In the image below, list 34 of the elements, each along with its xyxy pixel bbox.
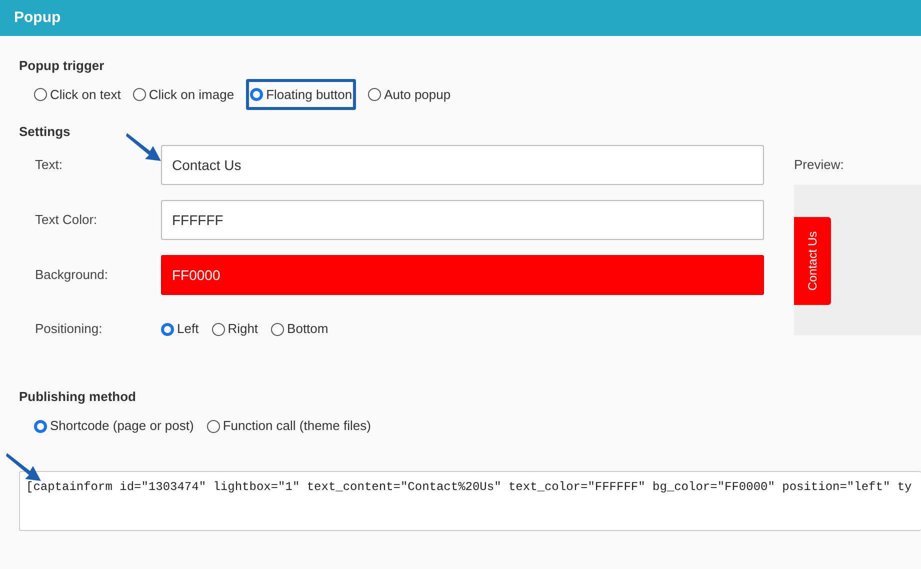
radio-button[interactable]	[161, 322, 174, 336]
radio-button[interactable]	[250, 88, 264, 101]
shortcode-textarea[interactable]: [captainform id="1303474" lightbox="1" text_content="Contact%20Us" text_color="FFFFFF" bg_color="FF0000" position="left" ty	[19, 471, 921, 531]
section-heading: Popup trigger	[19, 57, 106, 72]
preview-label: Preview:	[794, 156, 845, 174]
radio-label[interactable]: Left	[177, 319, 199, 339]
radio-button[interactable]	[34, 88, 47, 101]
radio-label[interactable]: Auto popup	[384, 84, 451, 104]
text-input[interactable]: Contact Us	[161, 145, 764, 185]
radio-label[interactable]: Bottom	[287, 319, 328, 339]
radio-button[interactable]	[132, 88, 146, 101]
field-label: Text Color:	[34, 211, 98, 230]
radio-label[interactable]: Click on text	[50, 84, 121, 104]
radio-label[interactable]: Function call (theme files)	[222, 416, 371, 436]
radio-label[interactable]: Right	[228, 319, 258, 339]
field-label: Background:	[34, 266, 109, 284]
pointer-arrow-icon	[126, 132, 162, 162]
pointer-arrow-icon	[6, 452, 42, 482]
header-title: Popup	[14, 8, 61, 28]
radio-button[interactable]	[34, 420, 47, 432]
section-heading: Publishing method	[19, 388, 137, 403]
radio-label[interactable]: Floating button	[266, 84, 352, 104]
text-input[interactable]: FFFFFF	[161, 200, 764, 240]
radio-button[interactable]	[368, 88, 382, 101]
radio-label[interactable]: Click on image	[148, 84, 234, 104]
text-input[interactable]: FF0000	[161, 255, 764, 295]
floating-button[interactable]: Contact Us	[794, 217, 831, 305]
radio-button[interactable]	[271, 322, 284, 336]
radio-label[interactable]: Shortcode (page or post)	[50, 416, 194, 436]
field-label: Positioning:	[34, 320, 104, 338]
radio-button[interactable]	[212, 322, 225, 336]
field-label: Text:	[34, 156, 64, 174]
radio-button[interactable]	[206, 420, 220, 432]
section-heading: Settings	[19, 123, 72, 138]
